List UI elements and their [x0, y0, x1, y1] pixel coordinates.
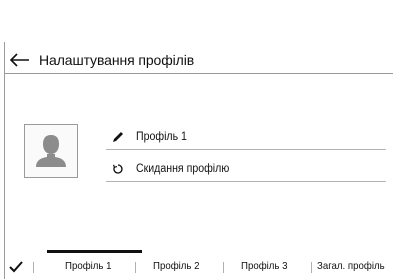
- pencil-icon: [110, 129, 126, 145]
- page-title: Налаштування профілів: [39, 52, 195, 68]
- profile-avatar[interactable]: [24, 124, 78, 178]
- tab-profile-1[interactable]: Профіль 1: [65, 260, 112, 272]
- tab-general-profile[interactable]: Загал. профіль: [317, 260, 385, 272]
- tab-separator: [311, 262, 312, 273]
- tab-separator: [223, 262, 224, 273]
- header-bar: Налаштування профілів: [5, 47, 393, 74]
- reset-profile-label: Скидання профілю: [136, 162, 230, 175]
- tab-profile-2[interactable]: Профіль 2: [153, 260, 200, 272]
- checkmark-icon: [9, 261, 23, 273]
- confirm-button[interactable]: [5, 258, 27, 276]
- reset-icon: [110, 161, 126, 177]
- back-arrow-icon: [9, 53, 29, 67]
- person-silhouette-icon: [36, 135, 66, 167]
- tab-separator: [33, 262, 34, 273]
- tab-profile-3[interactable]: Профіль 3: [241, 260, 288, 272]
- tab-separator: [135, 262, 136, 273]
- reset-profile-item[interactable]: Скидання профілю: [106, 156, 386, 182]
- rename-profile-label: Профіль 1: [136, 130, 187, 143]
- profile-tabs: Профіль 1 Профіль 2 Профіль 3 Загал. про…: [5, 250, 395, 280]
- selected-tab-indicator: [47, 250, 142, 253]
- rename-profile-item[interactable]: Профіль 1: [106, 124, 386, 150]
- back-button[interactable]: [5, 47, 35, 73]
